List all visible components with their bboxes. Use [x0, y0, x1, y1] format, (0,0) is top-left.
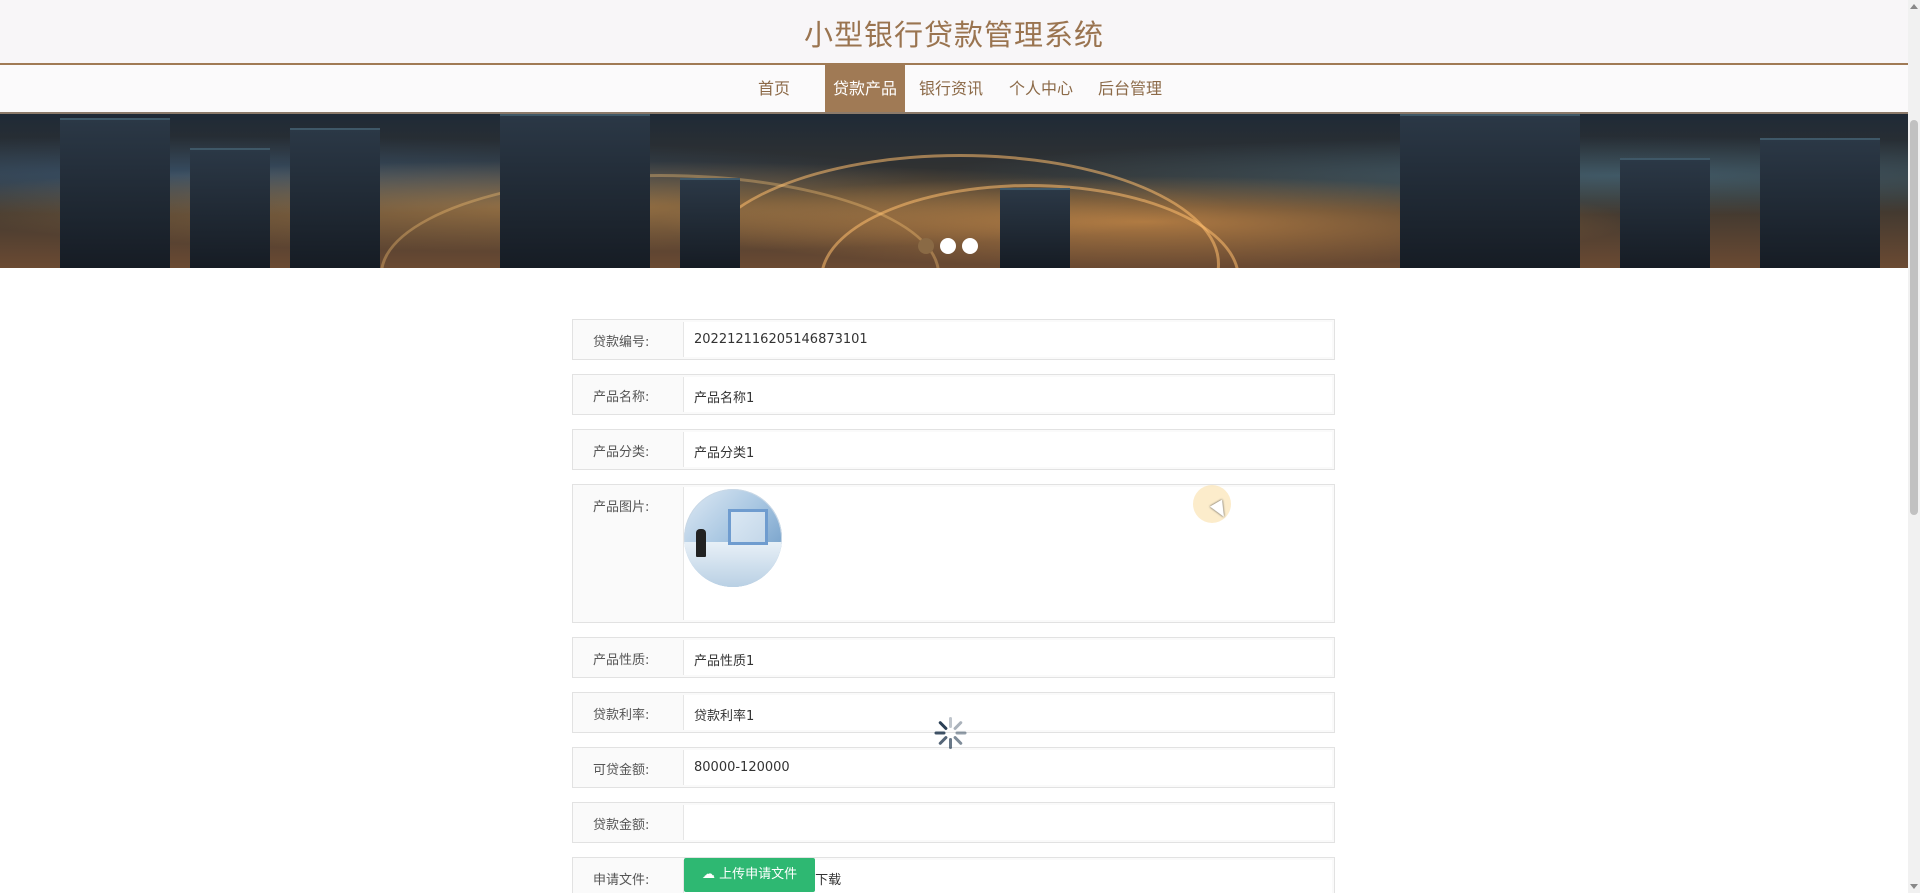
- upload-application-button[interactable]: ☁ 上传申请文件: [684, 858, 816, 892]
- field-label: 申请文件:: [593, 873, 650, 888]
- form-row-loan-amount: 贷款金额:: [572, 802, 1335, 843]
- field-label: 贷款金额:: [593, 818, 650, 833]
- field-label: 产品名称:: [593, 390, 650, 405]
- nav-item-personal-center[interactable]: 个人中心: [997, 65, 1085, 112]
- page: 小型银行贷款管理系统 首页 贷款产品 银行资讯 个人中心 后台管理 贷款编号: …: [0, 0, 1908, 893]
- carousel-dot[interactable]: [918, 238, 934, 254]
- loan-rate-field[interactable]: 贷款利率1: [683, 695, 1332, 730]
- loan-form: 贷款编号: 202212116205146873101 产品名称: 产品名称1 …: [572, 319, 1335, 893]
- form-row-loan-amount-range: 可贷金额: 80000-120000: [572, 747, 1335, 788]
- scroll-up-icon[interactable]: [1910, 4, 1918, 9]
- field-label: 可贷金额:: [593, 763, 650, 778]
- scroll-down-icon[interactable]: [1910, 884, 1918, 889]
- product-image[interactable]: [684, 489, 782, 587]
- download-link[interactable]: 下载: [815, 873, 841, 888]
- carousel-dot[interactable]: [962, 238, 978, 254]
- loan-no-field[interactable]: 202212116205146873101: [683, 322, 1332, 357]
- application-file-container: ☁ 上传申请文件 下载: [683, 858, 1332, 893]
- carousel-dot[interactable]: [940, 238, 956, 254]
- nav-item-bank-news[interactable]: 银行资讯: [905, 65, 997, 112]
- product-nature-field[interactable]: 产品性质1: [683, 640, 1332, 675]
- nav-item-loan-products[interactable]: 贷款产品: [825, 65, 905, 112]
- loan-amount-input[interactable]: [683, 805, 1332, 840]
- loading-spinner-icon: [934, 716, 968, 750]
- cloud-upload-icon: ☁: [702, 867, 715, 882]
- field-label: 产品分类:: [593, 445, 650, 460]
- product-category-field[interactable]: 产品分类1: [683, 432, 1332, 467]
- carousel-dots: [918, 238, 978, 254]
- loan-amount-range-field[interactable]: 80000-120000: [683, 750, 1332, 785]
- form-row-application-file: 申请文件: ☁ 上传申请文件 下载: [572, 857, 1335, 893]
- main-nav: 首页 贷款产品 银行资讯 个人中心 后台管理: [0, 65, 1908, 114]
- site-title: 小型银行贷款管理系统: [803, 18, 1104, 52]
- form-row-product-nature: 产品性质: 产品性质1: [572, 637, 1335, 678]
- product-name-field[interactable]: 产品名称1: [683, 377, 1332, 412]
- form-row-product-category: 产品分类: 产品分类1: [572, 429, 1335, 470]
- scroll-thumb[interactable]: [1910, 120, 1918, 515]
- product-image-container: [683, 487, 1332, 620]
- field-label: 产品性质:: [593, 653, 650, 668]
- nav-item-admin[interactable]: 后台管理: [1085, 65, 1175, 112]
- form-row-product-name: 产品名称: 产品名称1: [572, 374, 1335, 415]
- header: 小型银行贷款管理系统: [0, 0, 1908, 65]
- field-label: 产品图片:: [593, 500, 650, 515]
- field-label: 贷款利率:: [593, 708, 650, 723]
- form-row-loan-no: 贷款编号: 202212116205146873101: [572, 319, 1335, 360]
- nav-item-home[interactable]: 首页: [745, 65, 803, 112]
- field-label: 贷款编号:: [593, 335, 650, 350]
- upload-button-label: 上传申请文件: [719, 867, 798, 882]
- scrollbar[interactable]: [1908, 0, 1920, 893]
